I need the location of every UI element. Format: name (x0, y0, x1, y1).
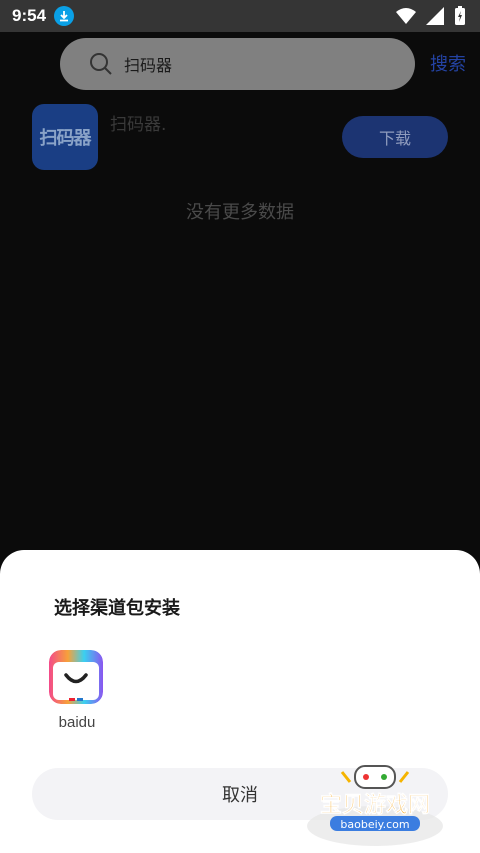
channel-item-baidu[interactable]: baidu (49, 650, 105, 731)
svg-text:宝贝游戏网: 宝贝游戏网 (320, 792, 430, 818)
status-bar: 9:54 (0, 0, 480, 32)
wifi-icon (396, 8, 416, 24)
app-name: 扫码器. (110, 115, 167, 135)
search-input[interactable]: 扫码器 (60, 38, 415, 90)
no-more-data-text: 没有更多数据 (186, 202, 294, 223)
result-item[interactable]: 扫码器 扫码器. 下载 (32, 104, 452, 174)
baobei-watermark-logo: 宝贝游戏网 baobeiy.com (307, 765, 443, 846)
download-button[interactable]: 下载 (342, 116, 448, 158)
search-query: 扫码器 (124, 56, 173, 75)
status-time: 9:54 (12, 6, 47, 25)
download-notification-icon (54, 6, 75, 26)
baidu-app-icon (49, 650, 103, 704)
battery-icon (455, 6, 465, 25)
app-icon: 扫码器 (32, 104, 98, 170)
search-icon (90, 53, 112, 75)
channel-label: baidu (58, 714, 96, 731)
search-button[interactable]: 搜索 (430, 50, 466, 76)
sheet-title: 选择渠道包安装 (54, 598, 180, 619)
svg-text:baobeiy.com: baobeiy.com (340, 818, 409, 831)
cellular-signal-icon (426, 7, 444, 25)
